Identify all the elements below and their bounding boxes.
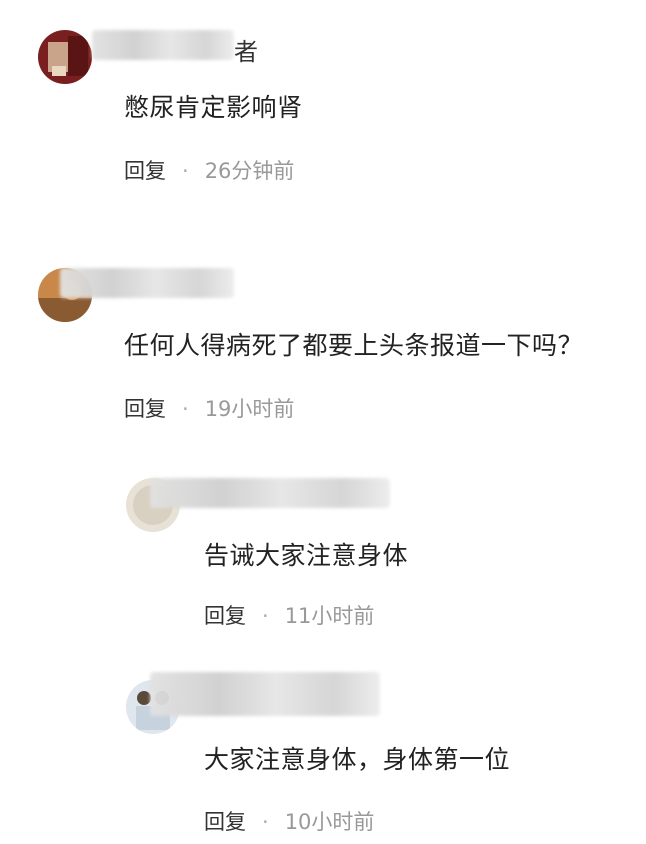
- username-redacted: [92, 30, 234, 60]
- reply-button[interactable]: 回复: [204, 810, 246, 834]
- comment-text: 任何人得病死了都要上头条报道一下吗？: [124, 331, 584, 360]
- username-redacted: [60, 268, 234, 298]
- comment-text: 憋尿肯定影响肾: [124, 93, 303, 122]
- username-redacted: [150, 478, 390, 508]
- comment-time: 26分钟前: [204, 159, 295, 183]
- username-tail: 者: [234, 38, 258, 66]
- comment-time: 11小时前: [284, 604, 375, 628]
- comment-time: 19小时前: [204, 397, 295, 421]
- avatar-image: [38, 30, 92, 84]
- comment-meta: 回复 · 10小时前: [204, 806, 374, 836]
- separator-dot: ·: [182, 397, 189, 421]
- comment-time: 10小时前: [284, 810, 375, 834]
- separator-dot: ·: [182, 159, 189, 183]
- separator-dot: ·: [262, 810, 269, 834]
- comment-text: 大家注意身体，身体第一位: [204, 745, 511, 774]
- reply-button[interactable]: 回复: [124, 159, 166, 183]
- reply-button[interactable]: 回复: [204, 604, 246, 628]
- reply-button[interactable]: 回复: [124, 397, 166, 421]
- comment-meta: 回复 · 26分钟前: [124, 155, 294, 185]
- user-avatar[interactable]: [38, 30, 92, 84]
- comment-text: 告诫大家注意身体: [204, 541, 409, 570]
- comment-meta: 回复 · 19小时前: [124, 393, 294, 423]
- separator-dot: ·: [262, 604, 269, 628]
- comment-meta: 回复 · 11小时前: [204, 600, 374, 630]
- username-redacted: [150, 672, 380, 716]
